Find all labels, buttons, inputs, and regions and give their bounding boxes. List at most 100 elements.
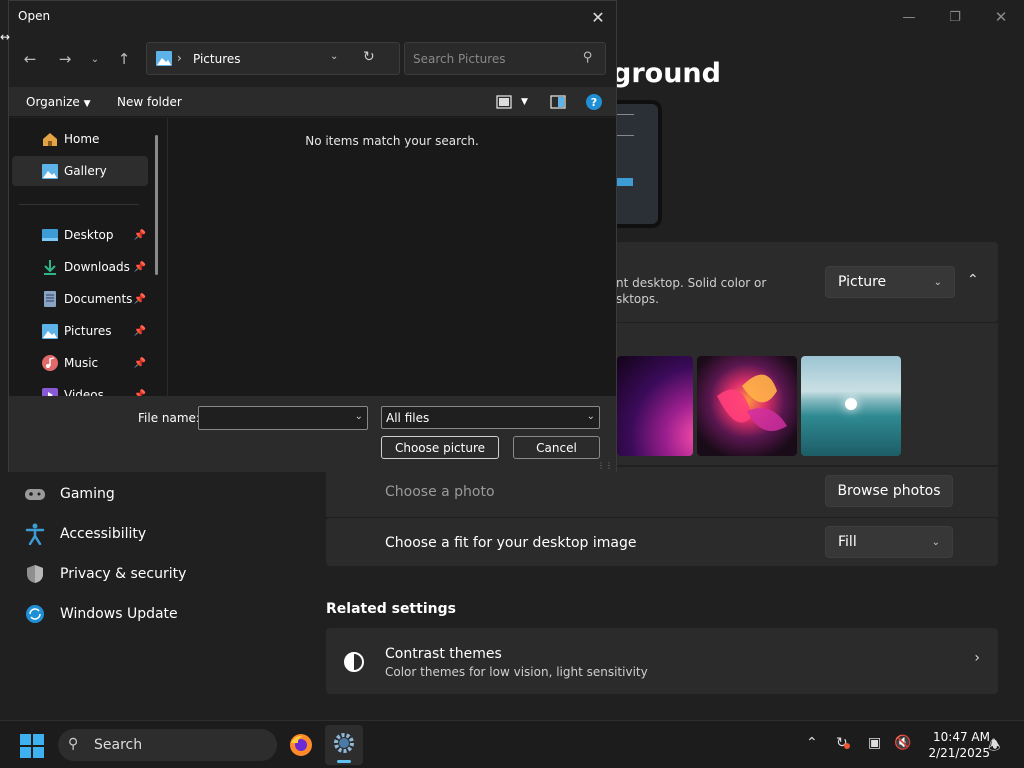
nav-privacy[interactable]: Privacy & security	[24, 560, 186, 588]
volume-muted-icon[interactable]: 🔇	[894, 735, 911, 751]
taskbar-search[interactable]: ⚲ Search	[58, 729, 277, 761]
nav-privacy-label: Privacy & security	[60, 566, 187, 582]
accessibility-icon	[24, 523, 46, 545]
fit-card: Choose a fit for your desktop image Fill…	[326, 518, 998, 566]
view-icon[interactable]	[495, 93, 513, 111]
address-pictures[interactable]: Pictures	[193, 52, 241, 66]
up-arrow-icon[interactable]: ↑	[112, 47, 136, 71]
background-type-dropdown[interactable]: Picture ⌄	[825, 266, 955, 298]
search-input[interactable]	[413, 51, 573, 67]
browse-photos-button[interactable]: Browse photos	[825, 475, 953, 507]
pin-icon[interactable]: 📌	[134, 358, 146, 369]
nav-home[interactable]: Home	[12, 124, 148, 154]
wallpaper-sun	[845, 398, 857, 410]
navigation-scrollbar[interactable]	[155, 135, 158, 275]
music-icon	[42, 355, 58, 371]
address-bar[interactable]: › Pictures ⌄ ↻	[146, 42, 400, 75]
nav-accessibility-label: Accessibility	[60, 526, 147, 542]
new-folder-button[interactable]: New folder	[117, 95, 182, 109]
empty-message: No items match your search.	[305, 134, 479, 148]
nav-windows-update-label: Windows Update	[60, 606, 178, 622]
chevron-down-icon[interactable]: ⌄	[355, 411, 363, 422]
fit-dropdown[interactable]: Fill ⌄	[825, 526, 953, 558]
nav-desktop[interactable]: Desktop 📌	[12, 220, 148, 250]
nav-pictures-label: Pictures	[64, 324, 112, 338]
file-name-label: File name:	[138, 411, 200, 425]
dialog-titlebar[interactable]: Open ✕	[9, 1, 616, 33]
nav-home-label: Home	[64, 132, 100, 146]
active-indicator	[337, 760, 351, 763]
chevron-down-icon: ⌄	[933, 276, 942, 288]
pin-icon[interactable]: 📌	[134, 230, 146, 241]
nav-gallery[interactable]: Gallery	[12, 156, 148, 186]
pin-icon[interactable]: 📌	[134, 326, 146, 337]
nav-downloads[interactable]: Downloads 📌	[12, 252, 148, 282]
nav-music[interactable]: Music 📌	[12, 348, 148, 378]
fit-label: Choose a fit for your desktop image	[385, 535, 637, 551]
file-name-input[interactable]	[203, 411, 349, 425]
file-name-field[interactable]: ⌄	[198, 406, 368, 430]
nav-windows-update[interactable]: Windows Update	[24, 600, 178, 628]
search-box[interactable]: ⚲	[404, 42, 606, 75]
contrast-title: Contrast themes	[385, 646, 502, 662]
network-icon[interactable]: ▣	[868, 735, 881, 751]
gallery-icon	[42, 163, 58, 179]
nav-documents-label: Documents	[64, 292, 133, 306]
nav-videos-label: Videos	[64, 388, 104, 396]
nav-videos[interactable]: Videos 📌	[12, 380, 148, 396]
refresh-icon[interactable]: ↻	[363, 49, 375, 65]
chevron-up-icon[interactable]: ⌃	[967, 272, 979, 288]
forward-arrow-icon[interactable]: →	[53, 47, 77, 71]
preview-pane-icon[interactable]	[549, 93, 567, 111]
resize-grip-icon[interactable]: ⋮⋮	[597, 462, 613, 470]
taskbar: ⚲ Search ⌃ ↻ ▣ 🔇 10:47 AM 2/21/2025 🕭	[0, 720, 1024, 768]
wallpaper-thumb-1[interactable]	[617, 356, 693, 456]
help-icon[interactable]: ?	[585, 93, 603, 111]
choose-picture-button[interactable]: Choose picture	[381, 436, 499, 459]
close-icon[interactable]: ✕	[978, 6, 1024, 28]
clock[interactable]: 10:47 AM 2/21/2025	[918, 729, 990, 761]
gear-icon	[334, 733, 354, 753]
cancel-button[interactable]: Cancel	[513, 436, 600, 459]
recent-locations-chevron-icon[interactable]: ⌄	[83, 47, 107, 71]
back-arrow-icon[interactable]: ←	[18, 47, 42, 71]
view-dropdown-icon[interactable]: ▼	[521, 97, 528, 107]
organize-button[interactable]: Organize ▼	[26, 95, 91, 109]
wallpaper-thumb-2[interactable]	[697, 356, 797, 456]
nav-desktop-label: Desktop	[64, 228, 114, 242]
navigation-pane[interactable]: Home Gallery Desktop 📌 Downloads 📌 Docum…	[9, 118, 167, 396]
nav-pictures[interactable]: Pictures 📌	[12, 316, 148, 346]
taskbar-search-label: Search	[94, 737, 143, 753]
search-icon: ⚲	[583, 50, 593, 65]
nav-accessibility[interactable]: Accessibility	[24, 520, 146, 548]
file-list-pane[interactable]: No items match your search.	[167, 118, 616, 396]
download-icon	[42, 259, 58, 275]
pin-icon[interactable]: 📌	[134, 262, 146, 273]
nav-gaming-label: Gaming	[60, 486, 115, 502]
notification-bell-icon[interactable]: 🕭	[988, 735, 1001, 759]
desktop-icon	[42, 227, 58, 243]
minimize-icon[interactable]: —	[886, 6, 932, 28]
sync-icon[interactable]: ↻	[836, 735, 850, 751]
contrast-icon	[344, 652, 364, 672]
dialog-footer: File name: ⌄ All files ⌄ Choose picture …	[9, 396, 616, 472]
nav-gallery-label: Gallery	[64, 164, 107, 178]
restore-icon[interactable]: ❐	[932, 6, 978, 28]
shield-icon	[24, 563, 46, 585]
wallpaper-thumb-3[interactable]	[801, 356, 901, 456]
nav-documents[interactable]: Documents 📌	[12, 284, 148, 314]
start-icon[interactable]	[20, 734, 44, 762]
pin-icon[interactable]: 📌	[134, 294, 146, 305]
close-icon[interactable]: ✕	[584, 5, 612, 29]
search-icon: ⚲	[68, 736, 79, 752]
contrast-themes-card[interactable]: Contrast themes Color themes for low vis…	[326, 628, 998, 694]
nav-gaming[interactable]: Gaming	[24, 480, 115, 508]
firefox-icon[interactable]	[289, 733, 313, 761]
settings-taskbar-button[interactable]	[325, 725, 363, 765]
tray-chevron-up-icon[interactable]: ⌃	[806, 735, 818, 751]
address-dropdown-icon[interactable]: ⌄	[330, 51, 338, 62]
file-type-select[interactable]: All files ⌄	[381, 406, 600, 429]
breadcrumb-separator-icon: ›	[177, 51, 182, 65]
choose-photo-card: Choose a photo Browse photos	[326, 467, 998, 517]
video-icon	[42, 387, 58, 396]
